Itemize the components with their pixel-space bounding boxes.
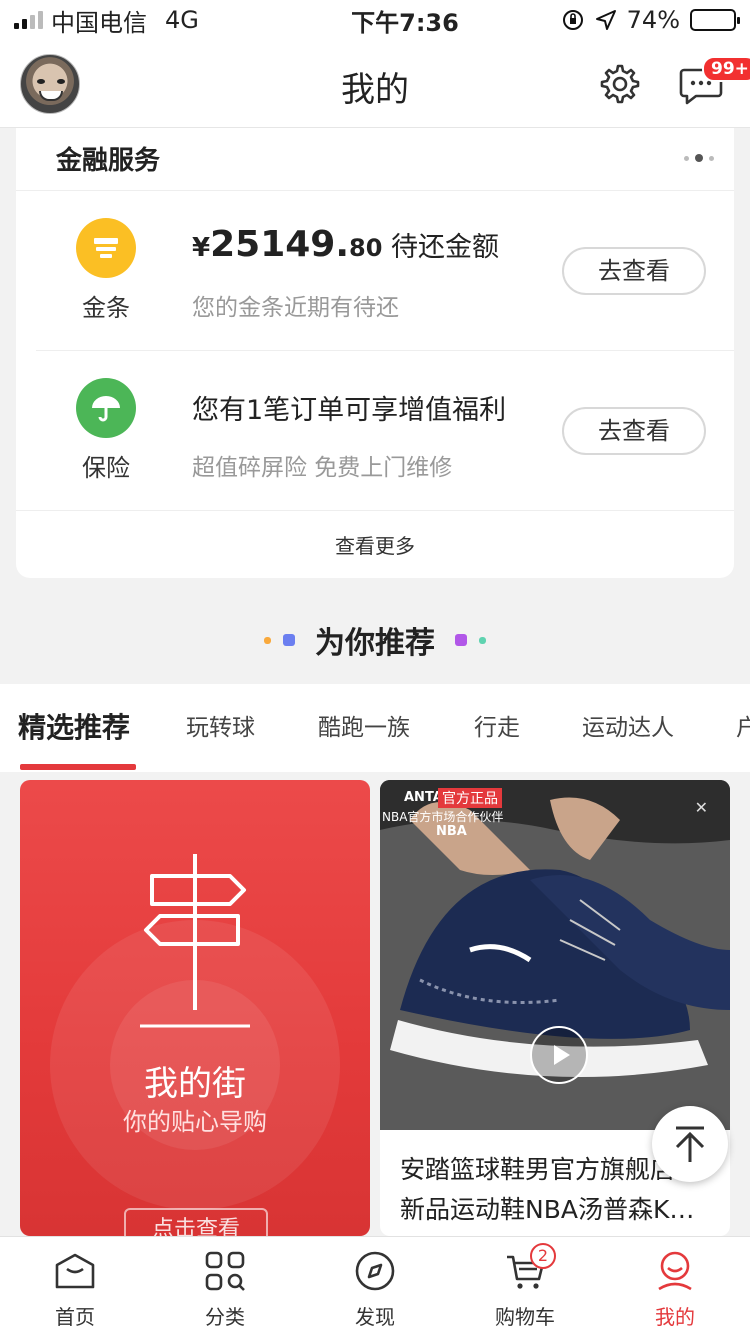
jintiao-amount: ¥25149.80 待还金额 bbox=[192, 224, 500, 265]
location-arrow-icon bbox=[595, 10, 616, 30]
jintiao-view-button[interactable]: 去查看 bbox=[562, 247, 706, 295]
finance-card: 金融服务 金条 ¥25149.80 待还金额 您的金条近期有待还 去查看 保险 … bbox=[16, 128, 734, 578]
jintiao-sub: 您的金条近期有待还 bbox=[192, 295, 399, 321]
jintiao-label: 金条 bbox=[82, 294, 130, 322]
finance-row-insurance[interactable]: 保险 您有1笔订单可享增值福利 超值碎屏险 免费上门维修 去查看 bbox=[16, 350, 734, 510]
brand-tag: 官方正品 bbox=[438, 788, 502, 808]
nav-cart[interactable]: 2 购物车 bbox=[450, 1237, 600, 1334]
insurance-label: 保险 bbox=[82, 454, 130, 482]
play-icon[interactable] bbox=[530, 1026, 588, 1084]
league-logo-text: NBA bbox=[436, 824, 467, 839]
tab-ball[interactable]: 玩转球 bbox=[186, 708, 255, 742]
back-to-top-button[interactable] bbox=[652, 1106, 728, 1182]
message-badge: 99+ bbox=[702, 56, 750, 82]
finance-row-jintiao[interactable]: 金条 ¥25149.80 待还金额 您的金条近期有待还 去查看 bbox=[16, 190, 734, 350]
tab-featured[interactable]: 精选推荐 bbox=[18, 706, 130, 746]
recommend-heading: 为你推荐 bbox=[0, 612, 750, 668]
insurance-view-button[interactable]: 去查看 bbox=[562, 407, 706, 455]
finance-title: 金融服务 bbox=[56, 146, 161, 176]
nav-mine[interactable]: 我的 bbox=[600, 1237, 750, 1334]
cart-badge: 2 bbox=[530, 1243, 556, 1269]
insurance-sub: 超值碎屏险 免费上门维修 bbox=[192, 455, 453, 481]
partner-line: NBA官方市场合作伙伴 bbox=[382, 810, 504, 824]
view-more-link[interactable]: 查看更多 bbox=[16, 518, 734, 578]
close-icon[interactable]: ✕ bbox=[695, 798, 708, 817]
my-page: 中国电信 4G 下午7:36 74% 我的 99+ 金融服务 金条 ¥25149… bbox=[0, 0, 750, 1334]
product-image: ANTA 官方正品 NBA官方市场合作伙伴 NBA ✕ bbox=[380, 780, 730, 1130]
nav-home[interactable]: 首页 bbox=[0, 1237, 150, 1334]
umbrella-icon bbox=[76, 378, 136, 438]
street-subtitle: 你的贴心导购 bbox=[123, 1108, 267, 1136]
tab-sports[interactable]: 运动达人 bbox=[582, 708, 674, 742]
tab-walking[interactable]: 行走 bbox=[474, 708, 520, 742]
battery-percent: 74% bbox=[626, 6, 680, 34]
battery-icon bbox=[690, 9, 740, 31]
compass-icon bbox=[355, 1251, 395, 1291]
nav-category[interactable]: 分类 bbox=[150, 1237, 300, 1334]
street-title: 我的街 bbox=[144, 1064, 246, 1104]
arrow-up-icon bbox=[675, 1126, 705, 1162]
pager-dots bbox=[684, 154, 714, 162]
recommend-title: 为你推荐 bbox=[315, 626, 435, 661]
nav-discover[interactable]: 发现 bbox=[300, 1237, 450, 1334]
jintiao-icon bbox=[76, 218, 136, 278]
insurance-main: 您有1笔订单可享增值福利 bbox=[192, 395, 507, 426]
bottom-nav: 首页 分类 发现 2 购物车 我的 bbox=[0, 1236, 750, 1334]
tab-outdoor[interactable]: 户 bbox=[736, 708, 750, 742]
network-type: 4G bbox=[165, 6, 199, 34]
signal-icon bbox=[14, 11, 43, 29]
recommend-tabs: 精选推荐 玩转球 酷跑一族 行走 运动达人 户 bbox=[0, 684, 750, 772]
carrier-name: 中国电信 bbox=[51, 8, 147, 37]
tab-running[interactable]: 酷跑一族 bbox=[318, 708, 410, 742]
orientation-lock-icon bbox=[562, 10, 583, 30]
tab-indicator bbox=[20, 764, 136, 770]
status-bar: 中国电信 4G 下午7:36 74% bbox=[0, 0, 750, 40]
my-street-card[interactable]: 我的街 你的贴心导购 点击查看 bbox=[20, 780, 370, 1236]
user-icon bbox=[658, 1251, 692, 1291]
grid-icon bbox=[205, 1251, 245, 1291]
gear-icon[interactable] bbox=[598, 62, 642, 106]
home-icon bbox=[55, 1253, 95, 1289]
page-header: 我的 99+ bbox=[0, 40, 750, 128]
street-view-button[interactable]: 点击查看 bbox=[124, 1208, 268, 1236]
status-time: 下午7:36 bbox=[351, 8, 459, 37]
signpost-icon bbox=[140, 854, 250, 1028]
